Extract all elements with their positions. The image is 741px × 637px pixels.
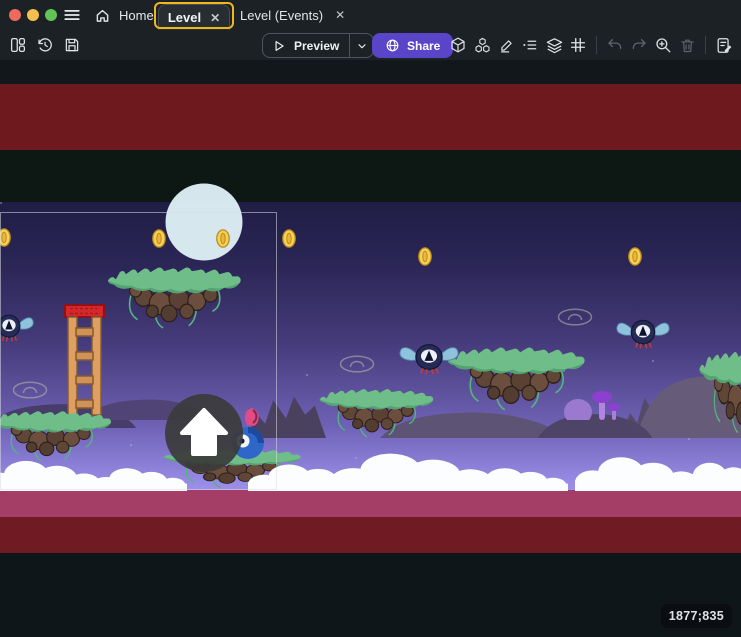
- edit-scene-notes-icon[interactable]: [713, 33, 735, 57]
- properties-list-icon[interactable]: [519, 33, 541, 57]
- redo-icon[interactable]: [628, 33, 650, 57]
- play-icon: [272, 39, 286, 53]
- ellipse-decor-sprite[interactable]: [339, 355, 375, 374]
- tab-level[interactable]: Level ✕: [158, 4, 230, 30]
- cursor-coordinates-badge: 1877;835: [661, 604, 732, 628]
- save-icon[interactable]: [60, 33, 84, 57]
- jump-button-control[interactable]: [164, 393, 244, 473]
- zoom-in-icon[interactable]: [652, 33, 674, 57]
- layout-panels-icon[interactable]: [6, 33, 30, 57]
- object-cube-icon[interactable]: [447, 33, 469, 57]
- toolbar-divider: [705, 36, 706, 54]
- chevron-down-icon: [356, 40, 368, 52]
- bat-enemy[interactable]: [0, 310, 34, 344]
- toolbar-right-group: [447, 33, 735, 57]
- share-label: Share: [407, 39, 440, 53]
- coin-sprite[interactable]: [628, 247, 642, 266]
- island-platform[interactable]: [446, 346, 588, 414]
- close-tab-icon[interactable]: ✕: [335, 9, 345, 21]
- toolbar: Preview Share: [0, 30, 741, 60]
- tab-home[interactable]: Home: [95, 0, 154, 30]
- cloud-sprite[interactable]: [0, 458, 102, 491]
- ladder-sprite[interactable]: [64, 304, 105, 416]
- instances-icon[interactable]: [471, 33, 493, 57]
- preview-button-main[interactable]: Preview: [263, 34, 349, 57]
- window-controls: [9, 9, 57, 21]
- scene-objects-layer: [0, 60, 741, 637]
- close-tab-icon[interactable]: ✕: [210, 12, 220, 24]
- globe-icon: [385, 38, 400, 53]
- titlebar: Home Level ✕ Level (Events) ✕: [0, 0, 741, 30]
- home-icon: [95, 8, 110, 23]
- layers-icon[interactable]: [543, 33, 565, 57]
- cloud-sprite[interactable]: [468, 466, 568, 491]
- toolbar-left-group: [6, 33, 84, 57]
- minimize-window-button[interactable]: [27, 9, 39, 21]
- island-platform[interactable]: [106, 266, 244, 332]
- tab-level-events[interactable]: Level (Events) ✕: [240, 0, 345, 30]
- grid-icon[interactable]: [567, 33, 589, 57]
- toolbar-divider: [596, 36, 597, 54]
- undo-icon[interactable]: [604, 33, 626, 57]
- scene-editor-canvas[interactable]: [0, 60, 741, 637]
- menu-hamburger-icon[interactable]: [61, 5, 83, 25]
- maximize-window-button[interactable]: [45, 9, 57, 21]
- bat-enemy[interactable]: [399, 339, 459, 377]
- ellipse-decor-sprite[interactable]: [12, 381, 48, 400]
- pencil-icon[interactable]: [495, 33, 517, 57]
- coin-sprite[interactable]: [152, 229, 166, 248]
- close-window-button[interactable]: [9, 9, 21, 21]
- history-icon[interactable]: [33, 33, 57, 57]
- island-platform[interactable]: [0, 410, 114, 464]
- moon-sprite[interactable]: [165, 183, 243, 261]
- island-platform[interactable]: [318, 388, 436, 440]
- trash-icon[interactable]: [676, 33, 698, 57]
- preview-button[interactable]: Preview: [262, 33, 374, 58]
- bat-enemy[interactable]: [616, 315, 670, 351]
- preview-dropdown-button[interactable]: [349, 34, 373, 57]
- coin-sprite[interactable]: [418, 247, 432, 266]
- tab-level-label: Level: [168, 10, 201, 25]
- coin-sprite[interactable]: [282, 229, 296, 248]
- island-platform[interactable]: [698, 350, 741, 438]
- coin-sprite[interactable]: [0, 228, 11, 247]
- tab-home-label: Home: [119, 8, 154, 23]
- preview-label: Preview: [294, 39, 339, 53]
- share-button[interactable]: Share: [372, 33, 453, 58]
- ellipse-decor-sprite[interactable]: [557, 308, 593, 327]
- cloud-sprite[interactable]: [676, 460, 741, 491]
- coin-sprite[interactable]: [216, 229, 230, 248]
- tab-level-events-label: Level (Events): [240, 8, 323, 23]
